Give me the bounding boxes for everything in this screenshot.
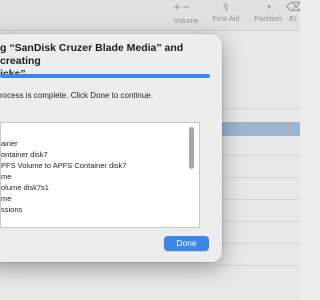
log-line: olume disk7s1 <box>1 183 49 192</box>
log-line: ainer <box>1 139 18 148</box>
erase-progress-sheet: g “SanDisk Cruzer Blade Media” and creat… <box>0 34 222 262</box>
log-line: me <box>1 194 12 203</box>
log-scrollbar[interactable] <box>189 127 194 169</box>
done-button[interactable]: Done <box>164 236 209 251</box>
log-details[interactable]: ainer ontainer disk7 PFS Volume to APFS Co… <box>0 122 200 228</box>
log-line: PFS Volume to APFS Container disk7 <box>1 161 127 170</box>
log-line: ul. <box>1 226 126 227</box>
log-lines: ainer ontainer disk7 PFS Volume to APFS Co… <box>1 127 127 227</box>
status-text: rocess is complete. Click Done to contin… <box>0 91 153 100</box>
sheet-title-line-1: g “SanDisk Cruzer Blade Media” and creat… <box>0 42 184 67</box>
log-line: ssions <box>1 205 23 214</box>
log-line: ontainer disk7 <box>1 150 48 159</box>
progress-bar <box>0 74 210 78</box>
log-line: me <box>1 172 12 181</box>
progress-fill <box>0 74 210 78</box>
